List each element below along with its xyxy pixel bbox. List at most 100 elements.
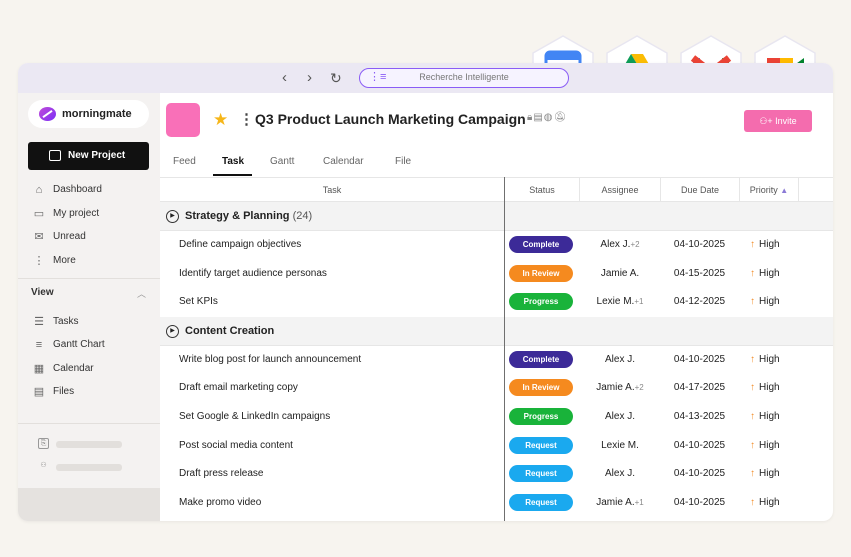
tab-gantt[interactable]: Gantt <box>270 156 294 167</box>
group-row[interactable]: ▶ Strategy & Planning (24) <box>160 202 833 231</box>
priority-cell[interactable]: ↑ High <box>750 296 780 307</box>
status-badge[interactable]: Request <box>509 436 573 454</box>
priority-cell[interactable]: ↑ High <box>750 239 780 250</box>
sidebar-placeholder-row[interactable]: ⎘ <box>38 438 138 450</box>
globe-icon[interactable]: ◍ <box>544 112 554 123</box>
assignee-cell[interactable]: Alex J.+2 <box>580 239 660 250</box>
status-badge[interactable]: In Review <box>509 379 573 397</box>
assignee-name: Alex J. <box>600 239 631 250</box>
sidebar-item-more[interactable]: ⋮ More <box>18 250 160 272</box>
back-icon[interactable]: ‹ <box>282 68 287 88</box>
status-badge[interactable]: Progress <box>509 293 573 311</box>
invite-button[interactable]: ⚇+ Invite <box>744 110 812 132</box>
status-badge[interactable]: Complete <box>509 236 573 253</box>
status-badge[interactable]: Complete <box>509 350 573 368</box>
assignee-cell[interactable]: Lexie M. <box>580 440 660 451</box>
status-badge[interactable]: In Review <box>509 264 573 282</box>
task-name[interactable]: Define campaign objectives <box>179 239 301 250</box>
sidebar-item-calendar[interactable]: ▦ Calendar <box>18 358 160 380</box>
table-row[interactable]: Set Google & LinkedIn campaigns Progress A… <box>160 403 833 431</box>
group-row[interactable]: ▶ Content Creation <box>160 316 833 346</box>
table-row[interactable]: Identify target audience personas In Revi… <box>160 260 833 288</box>
task-table: Task Status Assignee Due Date Priority ▲… <box>160 177 833 521</box>
assignee-cell[interactable]: Alex J. <box>580 411 660 422</box>
assignee-cell[interactable]: Jamie A.+1 <box>580 497 660 508</box>
table-row[interactable]: Draft press release Request Alex J. 04-10-2… <box>160 460 833 488</box>
priority-cell[interactable]: ↑ High <box>750 268 780 279</box>
document-icon[interactable]: ▤ <box>533 112 543 123</box>
tab-feed[interactable]: Feed <box>173 156 196 167</box>
priority-cell[interactable]: ↑ High <box>750 497 780 508</box>
table-row[interactable]: Draft email marketing copy In Review Jamie… <box>160 374 833 402</box>
forward-icon[interactable]: › <box>307 68 312 88</box>
task-name[interactable]: Set Google & LinkedIn campaigns <box>179 411 330 422</box>
status-badge[interactable]: Request <box>509 493 573 511</box>
task-name[interactable]: Write blog post for launch announcement <box>179 354 361 365</box>
column-header-status[interactable]: Status <box>505 178 579 202</box>
priority-cell[interactable]: ↑ High <box>750 440 780 451</box>
due-date[interactable]: 04-10-2025 <box>660 468 739 479</box>
table-row[interactable]: Post social media content Request Lexie M.… <box>160 432 833 460</box>
chevron-up-icon[interactable]: ︿ <box>137 287 146 300</box>
priority-label: High <box>759 239 780 250</box>
tab-file[interactable]: File <box>395 156 411 167</box>
assignee-cell[interactable]: Alex J. <box>580 354 660 365</box>
assignee-cell[interactable]: Lexie M.+1 <box>580 296 660 307</box>
due-date[interactable]: 04-10-2025 <box>660 239 739 250</box>
sort-ascending-icon[interactable]: ▲ <box>780 186 788 195</box>
table-row[interactable]: Set KPIs Progress Lexie M.+1 04-12-2025 ↑ Hig… <box>160 288 833 316</box>
sidebar-item-label: Dashboard <box>53 184 102 195</box>
sidebar-item-dashboard[interactable]: ⌂ Dashboard <box>18 179 160 201</box>
tab-task[interactable]: Task <box>222 156 244 167</box>
column-header-task[interactable]: Task <box>160 178 504 202</box>
reload-icon[interactable]: ↻ <box>330 68 342 88</box>
task-name[interactable]: Set KPIs <box>179 296 218 307</box>
status-badge[interactable]: Request <box>509 465 573 483</box>
sidebar-item-files[interactable]: ▤ Files <box>18 381 160 403</box>
assignee-cell[interactable]: Alex J. <box>580 468 660 479</box>
column-header-priority[interactable]: Priority ▲ <box>740 178 798 203</box>
due-date[interactable]: 04-10-2025 <box>660 497 739 508</box>
task-name[interactable]: Draft email marketing copy <box>179 382 298 393</box>
table-row[interactable]: Make promo video Request Jamie A.+1 04-10-2… <box>160 489 833 517</box>
due-date[interactable]: 04-17-2025 <box>660 382 739 393</box>
smart-search-input[interactable]: ⋮≡ Recherche Intelligente <box>359 68 569 88</box>
task-name[interactable]: Post social media content <box>179 440 293 451</box>
sidebar-item-tasks[interactable]: ☰ Tasks <box>18 311 160 333</box>
priority-cell[interactable]: ↑ High <box>750 382 780 393</box>
column-header-assignee[interactable]: Assignee <box>580 178 660 202</box>
expand-toggle-icon[interactable]: ▶ <box>166 210 179 223</box>
column-header-due-date[interactable]: Due Date <box>661 178 739 202</box>
sidebar-placeholder-row[interactable]: ⚇ <box>38 461 138 473</box>
view-section-header[interactable]: View ︿ <box>31 287 149 300</box>
task-name[interactable]: Identify target audience personas <box>179 268 327 279</box>
priority-cell[interactable]: ↑ High <box>750 354 780 365</box>
tab-calendar[interactable]: Calendar <box>323 156 364 167</box>
task-name[interactable]: Make promo video <box>179 497 261 508</box>
status-badge[interactable]: Progress <box>509 408 573 425</box>
sidebar-item-unread[interactable]: ✉ Unread <box>18 226 160 248</box>
due-date[interactable]: 04-15-2025 <box>660 268 739 279</box>
expand-toggle-icon[interactable]: ▶ <box>166 324 179 338</box>
star-icon[interactable]: ★ <box>213 110 228 130</box>
table-row[interactable]: Write blog post for launch announcement C… <box>160 346 833 374</box>
due-date[interactable]: 04-10-2025 <box>660 354 739 365</box>
table-row[interactable]: Define campaign objectives Complete Alex J… <box>160 231 833 259</box>
due-date[interactable]: 04-12-2025 <box>660 296 739 307</box>
priority-cell[interactable]: ↑ High <box>750 468 780 479</box>
priority-label: High <box>759 496 780 508</box>
arrow-up-icon: ↑ <box>750 382 755 394</box>
assignee-cell[interactable]: Jamie A.+2 <box>580 382 660 393</box>
calendar-icon: ▦ <box>33 363 45 375</box>
more-vertical-icon[interactable]: ⋮ <box>239 110 254 128</box>
sidebar-item-gantt-chart[interactable]: ≡ Gantt Chart <box>18 334 160 356</box>
task-name[interactable]: Draft press release <box>179 468 263 479</box>
sidebar-item-my-project[interactable]: ▭ My project <box>18 203 160 225</box>
assignee-cell[interactable]: Jamie A. <box>580 268 660 279</box>
new-project-button[interactable]: New Project <box>28 142 149 170</box>
logo[interactable]: morningmate <box>28 100 149 128</box>
due-date[interactable]: 04-13-2025 <box>660 411 739 422</box>
bell-off-icon[interactable]: 🔕︎ <box>554 112 568 123</box>
priority-cell[interactable]: ↑ High <box>750 411 780 422</box>
due-date[interactable]: 04-10-2025 <box>660 440 739 451</box>
